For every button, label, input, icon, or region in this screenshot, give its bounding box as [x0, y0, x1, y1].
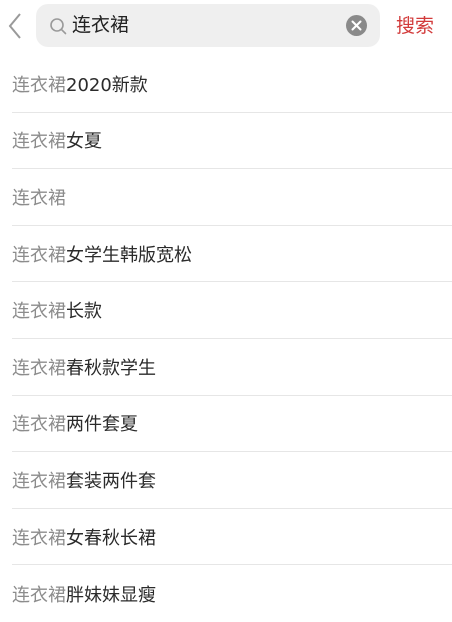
suggestion-prefix: 连衣裙	[12, 74, 66, 96]
suggestion-prefix: 连衣裙	[12, 584, 66, 606]
suggestion-suffix: 春秋款学生	[66, 357, 156, 379]
suggestion-prefix: 连衣裙	[12, 414, 66, 436]
suggestion-suffix: 女夏	[66, 131, 102, 153]
suggestion-item[interactable]: 连衣裙 春秋款学生	[12, 339, 452, 396]
search-box[interactable]	[36, 4, 380, 47]
clear-icon	[351, 20, 362, 31]
chevron-left-icon	[8, 13, 21, 39]
suggestion-prefix: 连衣裙	[12, 131, 66, 153]
suggestion-item[interactable]: 连衣裙 长款	[12, 282, 452, 339]
suggestion-prefix: 连衣裙	[12, 301, 66, 323]
suggestion-suffix: 套装两件套	[66, 470, 156, 492]
suggestion-item[interactable]: 连衣裙	[12, 169, 452, 226]
search-input[interactable]	[72, 4, 336, 47]
suggestion-prefix: 连衣裙	[12, 357, 66, 379]
back-button[interactable]	[2, 7, 28, 45]
suggestion-item[interactable]: 连衣裙 女夏	[12, 113, 452, 170]
suggestion-suffix: 胖妹妹显瘦	[66, 584, 156, 606]
search-header: 搜索	[0, 0, 452, 52]
suggestion-item[interactable]: 连衣裙 两件套夏	[12, 396, 452, 453]
clear-button[interactable]	[346, 15, 367, 36]
suggestion-suffix: 女学生韩版宽松	[66, 244, 192, 266]
suggestion-item[interactable]: 连衣裙 女春秋长裙	[12, 509, 452, 566]
suggestion-item[interactable]: 连衣裙 胖妹妹显瘦	[12, 565, 452, 622]
search-icon	[50, 18, 67, 35]
suggestion-item[interactable]: 连衣裙 2020新款	[12, 56, 452, 113]
suggestion-item[interactable]: 连衣裙 套装两件套	[12, 452, 452, 509]
suggestion-prefix: 连衣裙	[12, 244, 66, 266]
suggestion-list: 连衣裙 2020新款 连衣裙 女夏 连衣裙 连衣裙 女学生韩版宽松 连衣裙 长款 连衣裙…	[0, 56, 452, 622]
suggestion-suffix: 2020新款	[66, 74, 148, 96]
suggestion-suffix: 长款	[66, 301, 102, 323]
suggestion-suffix: 女春秋长裙	[66, 527, 156, 549]
suggestion-suffix: 两件套夏	[66, 414, 138, 436]
search-button[interactable]: 搜索	[396, 12, 434, 40]
suggestion-prefix: 连衣裙	[12, 187, 66, 209]
suggestion-prefix: 连衣裙	[12, 470, 66, 492]
suggestion-prefix: 连衣裙	[12, 527, 66, 549]
suggestion-item[interactable]: 连衣裙 女学生韩版宽松	[12, 226, 452, 283]
